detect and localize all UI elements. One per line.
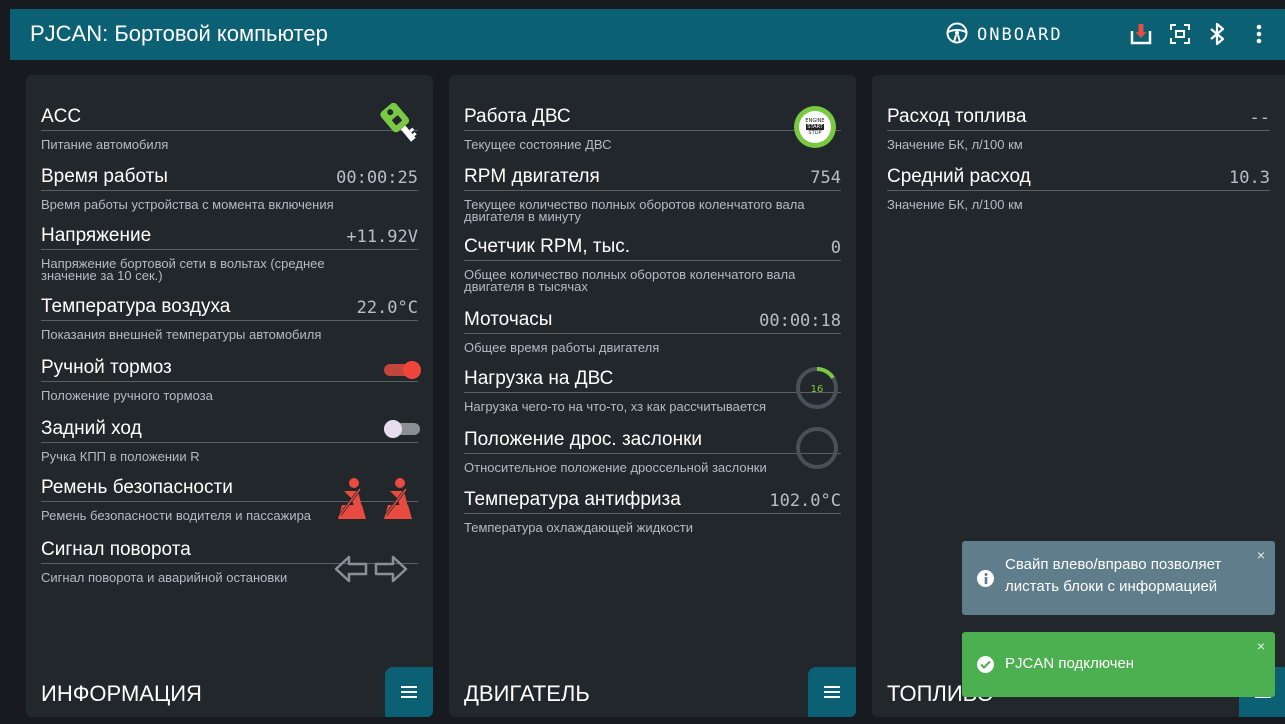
turn-left-icon (334, 555, 368, 588)
success-toast-close-button[interactable]: × (1257, 638, 1265, 654)
engine-menu-button[interactable] (808, 667, 856, 717)
rpm-value: 754 (810, 168, 841, 188)
seatbelt-label: Ремень безопасности (41, 477, 233, 498)
info-toast-close-button[interactable]: × (1257, 547, 1265, 563)
rpm-counter-label: Счетчик RPM, тыс. (464, 236, 631, 257)
fullscreen-icon[interactable] (1168, 22, 1192, 46)
engine-start-stop-button[interactable]: ENGINE START STOP (794, 106, 836, 148)
info-panel: ACC Питание автомобиля Время работы 00:00… (26, 75, 433, 717)
menu-icon (401, 686, 417, 698)
seatbelt-driver-icon (332, 477, 370, 526)
avg-consumption-row: Средний расход 10.3 Значение БК, л/100 км (887, 165, 1270, 211)
temperature-row: Температура воздуха 22.0°C Показания внеш… (41, 295, 418, 341)
steering-wheel-icon (945, 21, 969, 50)
voltage-row: Напряжение +11.92V Напряжение бортовой се… (41, 224, 418, 282)
avg-consumption-label: Средний расход (887, 166, 1031, 187)
handbrake-toggle[interactable] (384, 359, 421, 381)
engine-button-text-3: STOP (808, 130, 822, 136)
ice-label: Работа ДВС (464, 106, 571, 127)
reverse-desc: Ручка КПП в положении R (41, 449, 200, 464)
handbrake-label: Ручной тормоз (41, 357, 172, 378)
info-toast: Свайп влево/вправо позволяет листать бло… (962, 541, 1275, 615)
ice-row: Работа ДВС Текущее состояние ДВС (464, 105, 841, 151)
motohours-desc: Общее время работы двигателя (464, 340, 660, 355)
avg-consumption-value: 10.3 (1229, 168, 1270, 188)
reverse-row: Задний ход Ручка КПП в положении R (41, 417, 418, 463)
acc-row: ACC Питание автомобиля (41, 105, 418, 151)
seatbelt-passenger-icon (378, 477, 416, 526)
throttle-desc: Относительное положение дроссельной засл… (464, 460, 767, 475)
bluetooth-icon[interactable] (1205, 22, 1229, 46)
coolant-value: 102.0°C (769, 491, 841, 511)
throttle-row: Положение дрос. заслонки Относительное п… (464, 428, 841, 474)
temperature-value: 22.0°C (356, 298, 418, 318)
uptime-row: Время работы 00:00:25 Время работы устрой… (41, 165, 418, 211)
engine-panel-title: ДВИГАТЕЛЬ (464, 681, 590, 706)
handbrake-desc: Положение ручного тормоза (41, 388, 213, 403)
turn-right-icon (374, 555, 408, 588)
motohours-label: Моточасы (464, 309, 553, 330)
success-toast: PJCAN подключен × (962, 632, 1275, 697)
car-key-icon (370, 102, 418, 154)
motohours-value: 00:00:18 (759, 311, 841, 331)
app-title: PJCAN: Бортовой компьютер (30, 21, 328, 46)
reverse-label: Задний ход (41, 418, 142, 439)
success-toast-text: PJCAN подключен (1005, 655, 1135, 672)
info-toast-text: Свайп влево/вправо позволяет листать бло… (1005, 556, 1222, 595)
uptime-label: Время работы (41, 166, 168, 187)
engine-panel: Работа ДВС Текущее состояние ДВС ENGINE … (449, 75, 856, 717)
voltage-value: +11.92V (346, 227, 418, 247)
uptime-value: 00:00:25 (336, 168, 418, 188)
rpm-label: RPM двигателя (464, 166, 600, 187)
rpm-counter-row: Счетчик RPM, тыс. 0 Общее количество полн… (464, 235, 841, 293)
fuel-consumption-value: -- (1249, 108, 1270, 128)
rpm-counter-desc: Общее количество полных оборотов коленча… (464, 267, 796, 294)
motohours-row: Моточасы 00:00:18 Общее время работы двиг… (464, 308, 841, 354)
rpm-desc: Текущее количество полных оборотов колен… (464, 197, 805, 224)
engine-start-stop-face: ENGINE START STOP (799, 111, 831, 143)
voltage-label: Напряжение (41, 225, 152, 246)
load-gauge-value: 16 (811, 384, 824, 395)
fuel-consumption-desc: Значение БК, л/100 км (887, 137, 1023, 152)
load-label: Нагрузка на ДВС (464, 368, 614, 389)
fuel-consumption-row: Расход топлива -- Значение БК, л/100 км (887, 105, 1270, 151)
fuel-consumption-label: Расход топлива (887, 106, 1027, 127)
acc-desc: Питание автомобиля (41, 137, 169, 152)
menu-icon (824, 686, 840, 698)
voltage-desc: Напряжение бортовой сети в вольтах (сред… (41, 256, 325, 283)
onboard-mode-label: ONBOARD (977, 25, 1063, 45)
acc-label: ACC (41, 106, 82, 127)
throttle-gauge (794, 425, 840, 471)
download-icon[interactable] (1129, 22, 1153, 46)
temperature-desc: Показания внешней температуры автомобиля (41, 327, 322, 342)
handbrake-row: Ручной тормоз Положение ручного тормоза (41, 356, 418, 402)
uptime-desc: Время работы устройства с момента включе… (41, 197, 334, 212)
avg-consumption-desc: Значение БК, л/100 км (887, 197, 1023, 212)
ice-desc: Текущее состояние ДВС (464, 137, 612, 152)
app-header: PJCAN: Бортовой компьютер ONBOARD (10, 9, 1285, 60)
turn-signal-label: Сигнал поворота (41, 539, 191, 560)
reverse-toggle[interactable] (384, 418, 420, 440)
rpm-row: RPM двигателя 754 Текущее количество полн… (464, 165, 841, 223)
load-gauge: 16 (794, 365, 840, 411)
onboard-mode-button[interactable]: ONBOARD (945, 22, 1063, 48)
load-row: Нагрузка на ДВС Нагрузка чего-то на что-… (464, 367, 841, 413)
info-menu-button[interactable] (385, 667, 433, 717)
info-panel-title: ИНФОРМАЦИЯ (41, 681, 202, 706)
throttle-label: Положение дрос. заслонки (464, 429, 703, 450)
coolant-desc: Температура охлаждающей жидкости (464, 520, 693, 535)
coolant-row: Температура антифриза 102.0°C Температура… (464, 488, 841, 534)
check-circle-icon (977, 656, 994, 673)
more-vert-icon[interactable] (1247, 22, 1271, 46)
info-icon (977, 570, 994, 587)
load-desc: Нагрузка чего-то на что-то, хз как рассч… (464, 399, 767, 414)
temperature-label: Температура воздуха (41, 296, 231, 317)
coolant-label: Температура антифриза (464, 489, 681, 510)
fuel-panel: Расход топлива -- Значение БК, л/100 км С… (872, 75, 1285, 717)
rpm-counter-value: 0 (830, 238, 841, 258)
